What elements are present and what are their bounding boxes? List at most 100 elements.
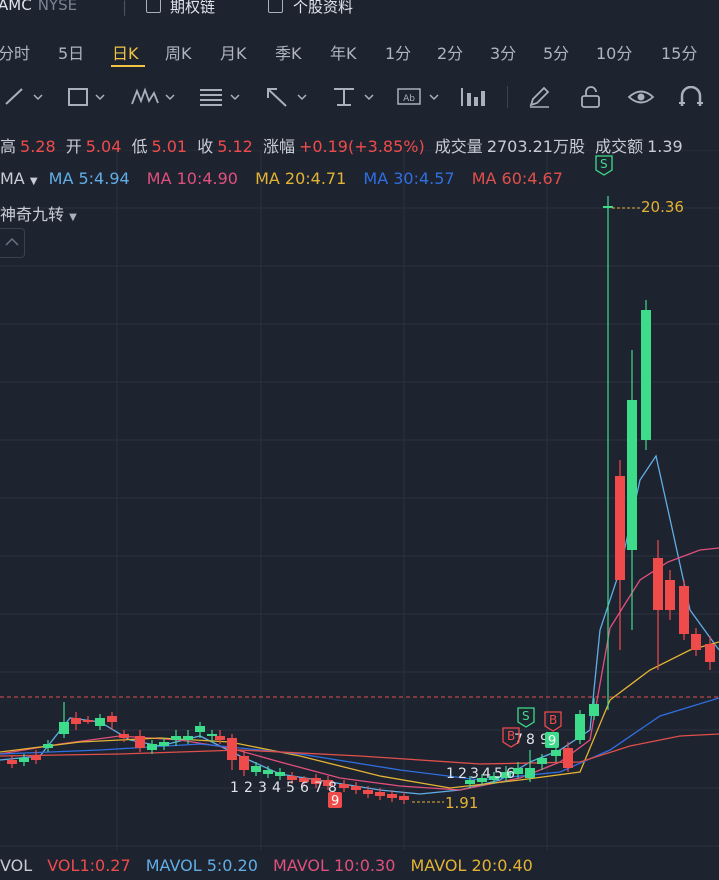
nine-turn-indicator-select[interactable]: 神奇九转 ▼ xyxy=(0,201,77,225)
nine-count: 7 xyxy=(314,780,323,796)
toolbar-divider xyxy=(507,86,508,108)
candle-body xyxy=(147,744,157,750)
nine-count: 4 xyxy=(272,780,281,796)
tab-period[interactable]: 分时 xyxy=(0,40,30,64)
volume-value: 2703.21万股 xyxy=(486,137,585,156)
min-price-label: 1.91 xyxy=(445,794,478,812)
rectangle-icon[interactable] xyxy=(66,86,106,108)
tab-period[interactable]: 5日 xyxy=(58,40,84,64)
divider: | xyxy=(122,0,128,16)
price-range-icon[interactable] xyxy=(331,86,377,108)
ma-lines xyxy=(0,454,719,795)
nine-count: 5 xyxy=(286,780,295,796)
nine-count: 2 xyxy=(458,766,467,782)
tab-period[interactable]: 月K xyxy=(220,40,247,64)
close-value: 5.12 xyxy=(217,137,253,156)
candle-body xyxy=(603,206,613,208)
kline-chart[interactable]: 1 2 3 4 5 6 7 891 2 3 4 5 67 8 9 9BS BS 20.36 1.91 xyxy=(0,150,719,850)
tab-period[interactable]: 年K xyxy=(330,40,357,64)
tab-period[interactable]: 15分 xyxy=(661,40,697,64)
fibonacci-icon[interactable] xyxy=(197,86,243,108)
turnover-label: 成交额 xyxy=(595,137,644,156)
stock-profile-icon xyxy=(268,0,283,13)
options-chain-tab[interactable]: 期权链 xyxy=(170,0,215,17)
svg-text:Ab: Ab xyxy=(403,94,415,104)
tab-period[interactable]: 1分 xyxy=(385,40,411,64)
ma-legend: MA ▼ MA 5:4.94 MA 10:4.90 MA 20:4.71 MA … xyxy=(0,169,563,188)
open-value: 5.04 xyxy=(85,137,122,156)
ma5-value: MA 5:4.94 xyxy=(48,169,130,188)
pencil-icon[interactable] xyxy=(527,86,553,108)
lock-icon[interactable] xyxy=(578,86,604,108)
volume-label: 成交量 xyxy=(434,137,483,156)
ma20-line xyxy=(0,641,719,789)
nine-count: 6 xyxy=(506,766,515,782)
sell-signal-badge-label: S xyxy=(522,709,530,723)
eye-icon[interactable] xyxy=(627,86,655,108)
chevron-down-icon: ▼ xyxy=(69,212,77,223)
candle-body xyxy=(351,786,361,790)
collapse-button[interactable] xyxy=(0,228,25,258)
candle-body xyxy=(43,744,53,748)
tab-period[interactable]: 3分 xyxy=(490,40,516,64)
magnet-icon[interactable] xyxy=(678,86,704,108)
tab-period[interactable]: 季K xyxy=(275,40,302,64)
candle-body xyxy=(665,580,675,610)
candle-body xyxy=(59,722,69,734)
candle-body xyxy=(387,794,397,798)
candle-body xyxy=(551,750,561,756)
ma20-value: MA 20:4.71 xyxy=(255,169,347,188)
top-bar: AMC NYSE | 期权链 个股资料 xyxy=(0,0,719,22)
nine-count: 4 xyxy=(482,766,491,782)
candle-body xyxy=(195,726,205,732)
buy-signal-badge-label: B xyxy=(507,729,515,743)
max-price-label: 20.36 xyxy=(641,198,684,216)
line-draw-icon[interactable] xyxy=(4,86,44,108)
mavol20-value: MAVOL 20:0.40 xyxy=(410,856,533,875)
nine-count: 6 xyxy=(300,780,309,796)
bar-chart-icon[interactable] xyxy=(459,86,489,108)
text-label-icon[interactable]: Ab xyxy=(396,86,442,108)
chevron-down-icon: ▼ xyxy=(29,176,38,187)
tab-period-active[interactable]: 日K xyxy=(112,40,139,64)
arrow-icon[interactable] xyxy=(264,86,310,108)
candle-body xyxy=(615,476,625,580)
vol1-value: VOL1:0.27 xyxy=(47,856,131,875)
candle-body xyxy=(575,714,585,740)
tab-period[interactable]: 2分 xyxy=(437,40,463,64)
sell-signal-badge-label: S xyxy=(600,157,608,171)
candle-body xyxy=(653,558,663,610)
tab-period[interactable]: 5分 xyxy=(543,40,569,64)
tab-period[interactable]: 周K xyxy=(165,40,192,64)
nine-count: 8 xyxy=(526,732,535,748)
candle-body xyxy=(95,718,105,726)
active-tab-underline xyxy=(111,65,145,67)
tab-period[interactable]: 10分 xyxy=(596,40,632,64)
candle-body xyxy=(251,766,261,772)
nine-count: 1 xyxy=(230,780,239,796)
high-value: 5.28 xyxy=(20,137,56,156)
ma10-value: MA 10:4.90 xyxy=(146,169,238,188)
mavol10-value: MAVOL 10:0.30 xyxy=(273,856,396,875)
candle-body xyxy=(627,400,637,550)
candle-body xyxy=(227,738,237,760)
candle-body xyxy=(399,796,409,800)
candle-body xyxy=(375,792,385,796)
ma-indicator-select[interactable]: MA ▼ xyxy=(0,169,38,188)
low-label: 低 xyxy=(131,137,148,156)
pattern-icon[interactable] xyxy=(130,86,176,108)
nine-count: 3 xyxy=(258,780,267,796)
ma60-value: MA 60:4.67 xyxy=(471,169,563,188)
close-label: 收 xyxy=(197,137,214,156)
drawing-toolbar: Ab xyxy=(0,80,719,114)
nine-count: 3 xyxy=(470,766,479,782)
candle-body xyxy=(171,736,181,740)
period-tabs: 分时 5日 日K 周K 月K 季K 年K 1分 2分 3分 5分 10分 15分 xyxy=(0,36,719,68)
candle-body xyxy=(705,644,715,662)
vol-label[interactable]: VOL xyxy=(0,856,32,875)
candle-body xyxy=(159,742,169,746)
stock-profile-tab[interactable]: 个股资料 xyxy=(293,0,353,17)
stock-symbol: AMC NYSE xyxy=(0,0,77,14)
candle-body xyxy=(119,734,129,738)
open-label: 开 xyxy=(65,137,82,156)
